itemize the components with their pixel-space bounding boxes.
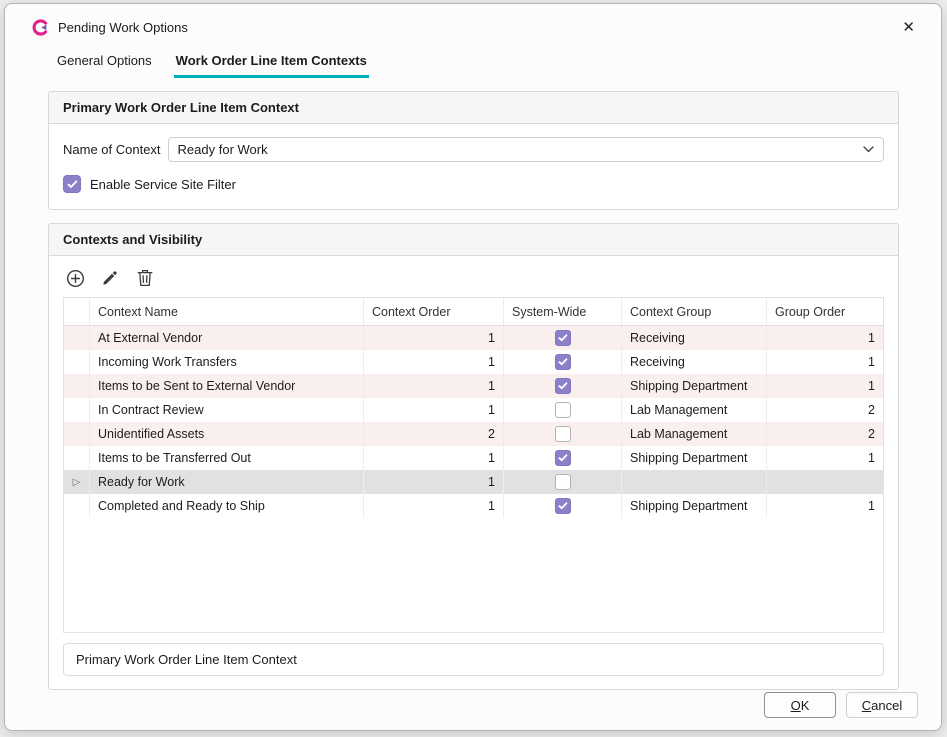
cell-group-order: 1 (767, 374, 883, 398)
row-system-wide-checkbox[interactable] (555, 450, 571, 466)
close-button[interactable]: ✕ (896, 18, 921, 37)
service-site-filter-label: Enable Service Site Filter (90, 177, 236, 192)
table-header-row: Context Name Context Order System-Wide C… (64, 298, 883, 326)
cell-context-group: Receiving (622, 326, 767, 350)
cell-context-name: Items to be Transferred Out (90, 446, 364, 470)
selected-row-arrow: ▷ (73, 477, 81, 488)
table-body: At External Vendor 1 Receiving 1 Incomin… (64, 326, 883, 518)
tab-work-order-line-item-contexts[interactable]: Work Order Line Item Contexts (174, 50, 369, 78)
row-system-wide-checkbox[interactable] (555, 474, 571, 490)
name-of-context-value: Ready for Work (178, 142, 268, 157)
cell-context-name: Ready for Work (90, 470, 364, 494)
ok-button[interactable]: OK (764, 692, 836, 718)
cell-context-name: Items to be Sent to External Vendor (90, 374, 364, 398)
header-context-order[interactable]: Context Order (364, 298, 504, 325)
cell-context-name: Unidentified Assets (90, 422, 364, 446)
table-row[interactable]: Items to be Transferred Out 1 Shipping D… (64, 446, 883, 470)
table-row[interactable]: Incoming Work Transfers 1 Receiving 1 (64, 350, 883, 374)
header-context-group[interactable]: Context Group (622, 298, 767, 325)
cell-group-order: 2 (767, 398, 883, 422)
cell-group-order: 1 (767, 326, 883, 350)
cell-group-order: 1 (767, 494, 883, 518)
dialog-title: Pending Work Options (58, 20, 188, 35)
row-system-wide-checkbox[interactable] (555, 498, 571, 514)
cell-context-name: Incoming Work Transfers (90, 350, 364, 374)
cell-context-order: 1 (364, 326, 504, 350)
header-row-selector (64, 298, 90, 325)
header-group-order[interactable]: Group Order (767, 298, 883, 325)
table-row[interactable]: ▷ Ready for Work 1 (64, 470, 883, 494)
cancel-button[interactable]: Cancel (846, 692, 918, 718)
row-system-wide-checkbox[interactable] (555, 330, 571, 346)
chevron-down-icon (863, 146, 874, 153)
cell-group-order: 1 (767, 446, 883, 470)
grid-toolbar (49, 256, 898, 297)
name-of-context-label: Name of Context (63, 142, 161, 157)
add-context-button[interactable] (65, 268, 85, 288)
table-footer: Primary Work Order Line Item Context (63, 643, 884, 676)
pencil-icon (102, 270, 118, 286)
table-row[interactable]: Completed and Ready to Ship 1 Shipping D… (64, 494, 883, 518)
cell-context-group: Shipping Department (622, 374, 767, 398)
delete-context-button[interactable] (135, 268, 155, 288)
service-site-filter-checkbox[interactable] (63, 175, 81, 193)
contexts-visibility-group: Contexts and Visibility (48, 223, 899, 690)
header-system-wide[interactable]: System-Wide (504, 298, 622, 325)
cell-context-order: 1 (364, 470, 504, 494)
table-row[interactable]: At External Vendor 1 Receiving 1 (64, 326, 883, 350)
app-logo-icon (32, 19, 49, 36)
edit-context-button[interactable] (100, 268, 120, 288)
trash-icon (137, 269, 153, 287)
table-footer-text: Primary Work Order Line Item Context (76, 652, 297, 667)
cell-group-order (767, 470, 883, 494)
row-system-wide-checkbox[interactable] (555, 354, 571, 370)
cell-context-order: 1 (364, 398, 504, 422)
cell-context-group: Shipping Department (622, 446, 767, 470)
tab-general-options[interactable]: General Options (55, 50, 154, 78)
contexts-visibility-group-header: Contexts and Visibility (49, 224, 898, 256)
row-system-wide-checkbox[interactable] (555, 402, 571, 418)
row-system-wide-checkbox[interactable] (555, 426, 571, 442)
cell-context-order: 1 (364, 374, 504, 398)
cell-context-order: 2 (364, 422, 504, 446)
cell-context-order: 1 (364, 350, 504, 374)
cell-context-group: Shipping Department (622, 494, 767, 518)
table-row[interactable]: In Contract Review 1 Lab Management 2 (64, 398, 883, 422)
contexts-table: Context Name Context Order System-Wide C… (63, 297, 884, 633)
primary-context-group-header: Primary Work Order Line Item Context (49, 92, 898, 124)
cell-context-name: In Contract Review (90, 398, 364, 422)
cell-context-group: Lab Management (622, 398, 767, 422)
cell-context-group: Receiving (622, 350, 767, 374)
table-row[interactable]: Unidentified Assets 2 Lab Management 2 (64, 422, 883, 446)
pending-work-options-dialog: Pending Work Options ✕ General Options W… (4, 3, 942, 731)
cell-context-order: 1 (364, 446, 504, 470)
dialog-button-bar: OK Cancel (764, 692, 918, 718)
header-context-name[interactable]: Context Name (90, 298, 364, 325)
cell-group-order: 2 (767, 422, 883, 446)
cell-context-name: Completed and Ready to Ship (90, 494, 364, 518)
circle-plus-icon (66, 269, 85, 288)
cell-group-order: 1 (767, 350, 883, 374)
table-row[interactable]: Items to be Sent to External Vendor 1 Sh… (64, 374, 883, 398)
cell-context-group (622, 470, 767, 494)
cell-context-order: 1 (364, 494, 504, 518)
primary-context-group: Primary Work Order Line Item Context Nam… (48, 91, 899, 210)
tab-bar: General Options Work Order Line Item Con… (5, 50, 941, 78)
cell-context-name: At External Vendor (90, 326, 364, 350)
row-system-wide-checkbox[interactable] (555, 378, 571, 394)
name-of-context-combobox[interactable]: Ready for Work (168, 137, 884, 162)
cell-context-group: Lab Management (622, 422, 767, 446)
title-bar: Pending Work Options ✕ (5, 4, 941, 50)
